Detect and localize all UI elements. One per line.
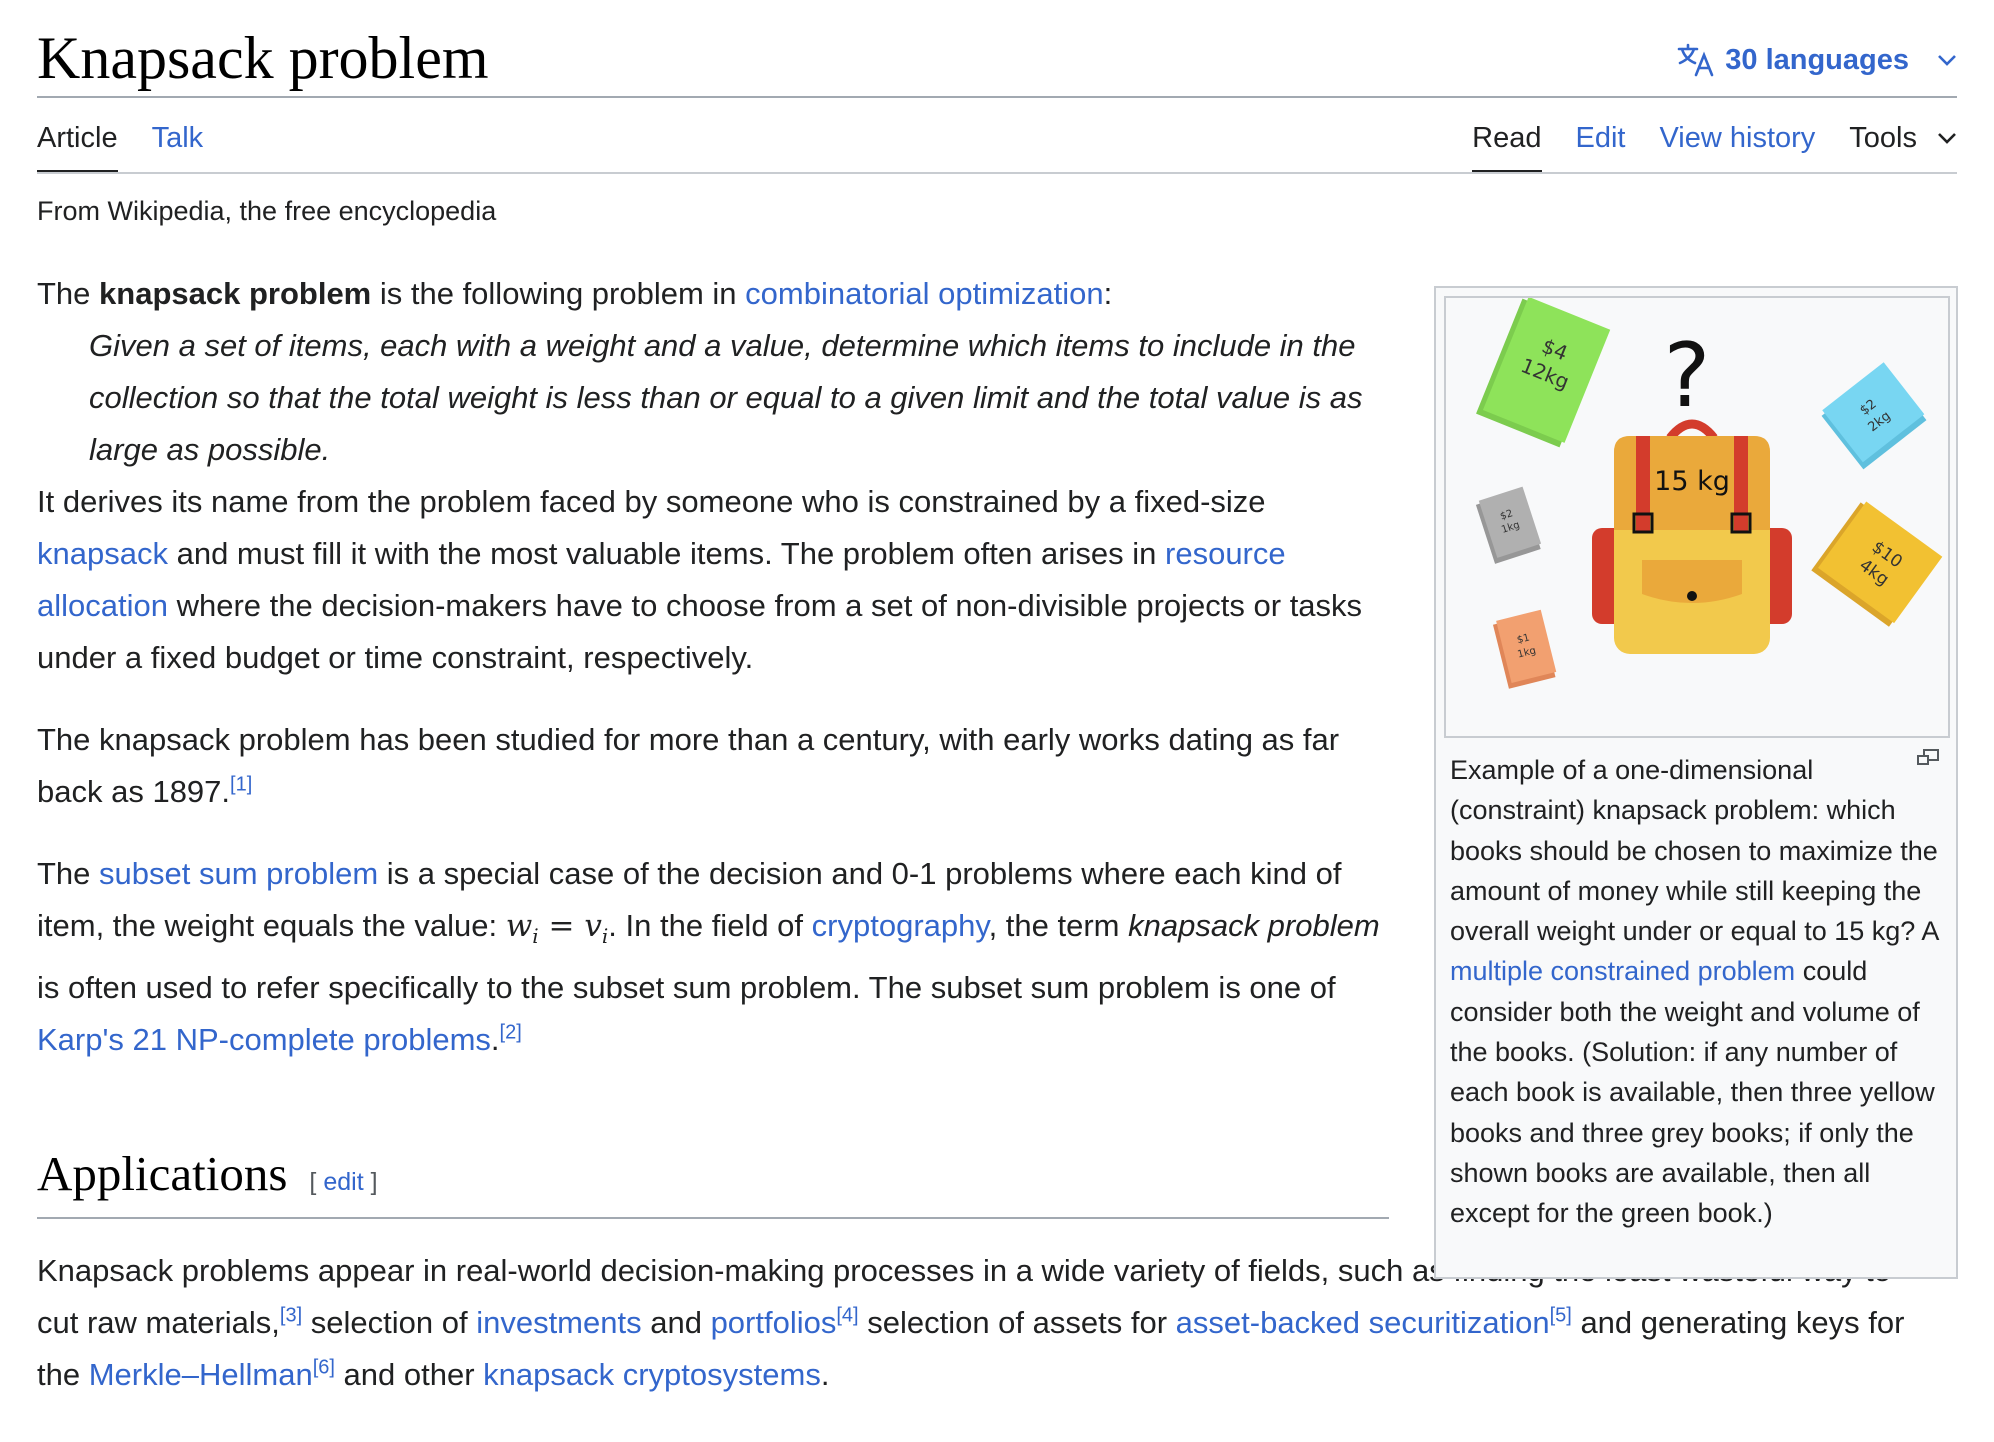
text: selection of	[302, 1305, 477, 1340]
thumbnail-figure: $4 12kg $2 2kg $2 1kg $10 4kg $1 1kg ? 1…	[1434, 286, 1958, 1279]
applications-heading: Applications [ edit ]	[37, 1145, 1389, 1219]
languages-label: 30 languages	[1725, 43, 1909, 76]
link-subset-sum-problem[interactable]: subset sum problem	[99, 856, 378, 891]
citation[interactable]: [6]	[313, 1357, 335, 1379]
citation-4[interactable]: [4]	[836, 1305, 858, 1327]
book-grey: $2 1kg	[1475, 486, 1542, 564]
view-tabs: Read Edit View history Tools	[1472, 118, 1957, 174]
backpack-button	[1687, 591, 1697, 601]
bracket: [	[309, 1168, 324, 1196]
text: where the decision-makers have to choose…	[37, 588, 1363, 675]
question-mark: ?	[1664, 324, 1711, 427]
bracket: ]	[363, 1168, 378, 1196]
math-w: w	[505, 908, 533, 944]
text: . In the field of	[608, 908, 812, 943]
italic-term: knapsack problem	[1128, 908, 1380, 943]
language-selector[interactable]: 30 languages	[1677, 38, 1957, 82]
link-cryptography[interactable]: cryptography	[812, 908, 989, 943]
tabs-divider	[37, 172, 1957, 174]
section-title: Applications	[37, 1146, 288, 1201]
citation[interactable]: [1]	[230, 774, 252, 796]
tools-label: Tools	[1849, 122, 1917, 154]
chevron-down-icon	[1938, 133, 1956, 144]
tab-talk[interactable]: Talk	[152, 118, 204, 174]
citation[interactable]: [4]	[836, 1305, 858, 1327]
text: Example of a one-dimensional (constraint…	[1450, 755, 1938, 947]
book-yellow: $10 4kg	[1811, 501, 1943, 627]
citation[interactable]: [5]	[1550, 1305, 1572, 1327]
page-title: Knapsack problem	[37, 25, 489, 91]
text: is the following problem in	[371, 276, 746, 311]
text: is often used to refer specifically to t…	[37, 970, 1336, 1006]
text: and	[641, 1305, 711, 1340]
math-v: v	[584, 908, 602, 944]
link-combinatorial-optimization[interactable]: combinatorial optimization	[745, 276, 1103, 311]
text: and must fill it with the most valuable …	[167, 536, 1166, 571]
text: It derives its name from the problem fac…	[37, 484, 1266, 519]
text: selection of assets for	[858, 1305, 1176, 1340]
citation-6[interactable]: [6]	[313, 1357, 335, 1379]
text: .	[820, 1357, 830, 1392]
link-knapsack[interactable]: knapsack	[37, 536, 168, 571]
book-orange: $1 1kg	[1492, 609, 1557, 689]
link-karps-21-np-complete[interactable]: Karp's 21 NP-complete problems	[37, 1022, 491, 1057]
backpack-icon: 15 kg	[1592, 419, 1792, 654]
knapsack-svg: $4 12kg $2 2kg $2 1kg $10 4kg $1 1kg ? 1…	[1475, 298, 1943, 689]
tab-edit[interactable]: Edit	[1576, 118, 1626, 174]
link-multiple-constrained-problem[interactable]: multiple constrained problem	[1450, 956, 1795, 986]
link-portfolios[interactable]: portfolios	[711, 1305, 837, 1340]
backpack-label: 15 kg	[1654, 466, 1730, 497]
citation-1[interactable]: [1]	[230, 774, 252, 796]
edit-section-link[interactable]: edit	[323, 1168, 363, 1196]
book-blue: $2 2kg	[1821, 362, 1927, 470]
text: :	[1103, 276, 1113, 311]
title-divider	[37, 96, 1957, 98]
subset-sum-paragraph: The subset sum problem is a special case…	[37, 848, 1397, 1066]
name-origin-paragraph: It derives its name from the problem fac…	[37, 476, 1397, 684]
article-body: The knapsack problem is the following pr…	[37, 268, 1397, 1066]
text: could consider both the weight and volum…	[1450, 956, 1935, 1229]
link-knapsack-cryptosystems[interactable]: knapsack cryptosystems	[483, 1357, 821, 1392]
definition-quote: Given a set of items, each with a weight…	[89, 328, 1363, 467]
tab-read[interactable]: Read	[1472, 118, 1542, 174]
chevron-down-icon	[1938, 55, 1956, 66]
thumbnail-caption: Example of a one-dimensional (constraint…	[1450, 750, 1946, 1234]
tab-view-history[interactable]: View history	[1659, 118, 1815, 174]
text: , the term	[988, 908, 1129, 943]
link-merkle-hellman[interactable]: Merkle–Hellman	[89, 1357, 313, 1392]
citation-3[interactable]: [3]	[280, 1305, 302, 1327]
citation[interactable]: [2]	[500, 1022, 522, 1044]
knapsack-illustration[interactable]: $4 12kg $2 2kg $2 1kg $10 4kg $1 1kg ? 1…	[1444, 296, 1950, 738]
tools-menu[interactable]: Tools	[1849, 118, 1957, 174]
citation-2[interactable]: [2]	[500, 1022, 522, 1044]
bold-term: knapsack problem	[99, 276, 372, 311]
citation-5[interactable]: [5]	[1550, 1305, 1572, 1327]
link-asset-backed-securitization[interactable]: asset-backed securitization	[1176, 1305, 1550, 1340]
text: The	[37, 276, 100, 311]
backpack-handle	[1666, 419, 1718, 441]
text: and other	[334, 1357, 484, 1392]
citation[interactable]: [3]	[280, 1305, 302, 1327]
backpack-strap	[1636, 436, 1650, 532]
namespace-tabs: Article Talk	[37, 118, 203, 174]
intro-paragraph: The knapsack problem is the following pr…	[37, 268, 1397, 320]
book-green: $4 12kg	[1476, 298, 1611, 448]
link-investments[interactable]: investments	[476, 1305, 641, 1340]
tagline: From Wikipedia, the free encyclopedia	[37, 196, 497, 226]
math-equals: =	[538, 908, 585, 944]
math-formula: wi = vi	[505, 908, 609, 948]
history-paragraph: The knapsack problem has been studied fo…	[37, 714, 1397, 818]
backpack-strap	[1734, 436, 1748, 532]
text: The	[37, 856, 100, 891]
tab-article[interactable]: Article	[37, 118, 118, 174]
section-edit: [ edit ]	[309, 1168, 377, 1197]
text: .	[490, 1022, 500, 1058]
translate-icon	[1677, 43, 1714, 77]
